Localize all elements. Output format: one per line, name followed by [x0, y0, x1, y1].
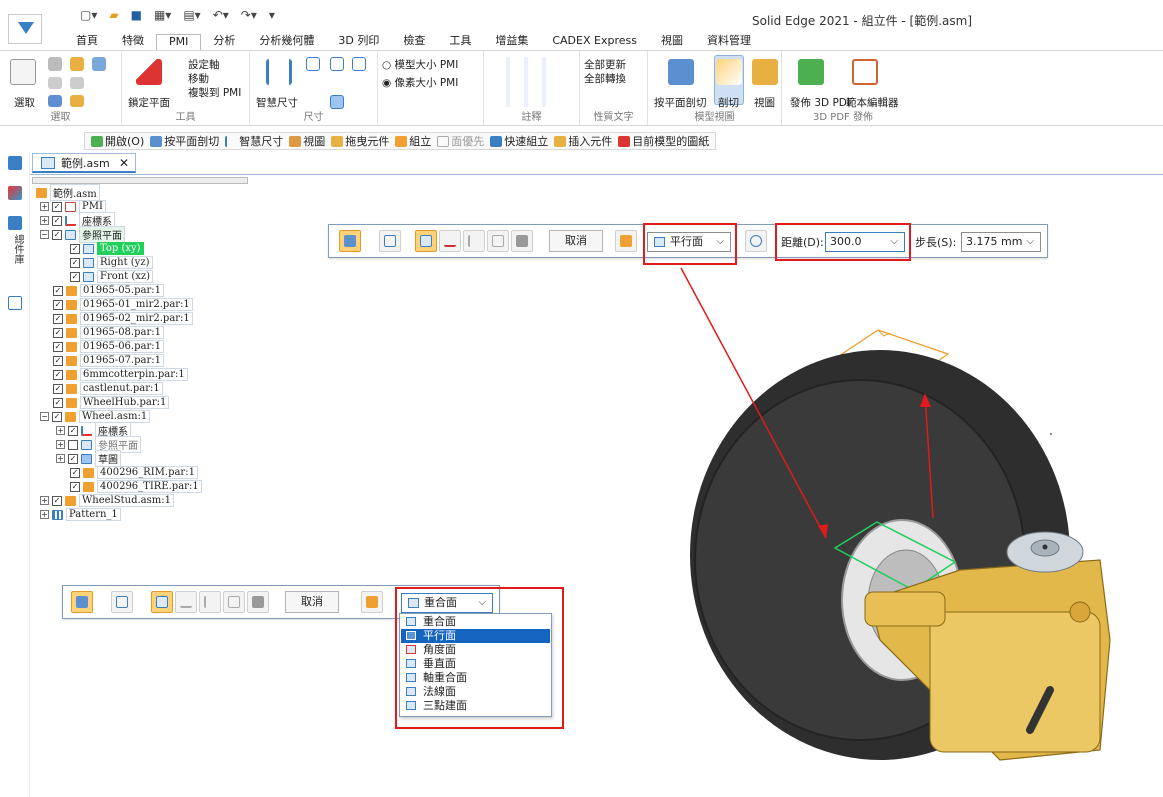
- finish-icon: [366, 596, 378, 608]
- axle-block: [864, 591, 946, 627]
- pulley-hole: [1042, 544, 1048, 550]
- select-step-button[interactable]: [511, 230, 533, 252]
- select-step-button[interactable]: [247, 591, 269, 613]
- extent-step-button[interactable]: [223, 591, 245, 613]
- finish-icon: [620, 235, 632, 247]
- sketch-step-button[interactable]: [439, 230, 461, 252]
- cursor-icon: [516, 235, 528, 247]
- side-icon: [204, 596, 216, 608]
- callout-box-plane-type: [643, 223, 737, 265]
- sketch-icon: [180, 596, 192, 608]
- options-icon: [384, 235, 396, 247]
- callout-box-dropdown: [395, 587, 564, 729]
- extent-step-button[interactable]: [487, 230, 509, 252]
- extent-icon: [492, 235, 504, 247]
- side-step-button[interactable]: [199, 591, 221, 613]
- plane-icon: [420, 235, 432, 247]
- 3d-viewport[interactable]: [0, 0, 1163, 797]
- finish-button[interactable]: [361, 591, 383, 613]
- plane-step-button[interactable]: [415, 230, 437, 252]
- options-button[interactable]: [111, 591, 133, 613]
- cancel-button[interactable]: 取消: [549, 230, 603, 252]
- finish-button[interactable]: [615, 230, 637, 252]
- sketch-icon: [444, 235, 456, 247]
- options-button[interactable]: [379, 230, 401, 252]
- extent-icon: [228, 596, 240, 608]
- cursor-icon: [252, 596, 264, 608]
- step-value: 3.175 mm: [966, 235, 1023, 248]
- sketch-step-button[interactable]: [175, 591, 197, 613]
- housing-plate: [929, 611, 1101, 753]
- viewport-marker: [1050, 433, 1052, 435]
- flip-button[interactable]: [745, 230, 767, 252]
- step-label: 步長(S):: [915, 236, 957, 249]
- options-icon: [116, 596, 128, 608]
- cut-mode-button[interactable]: [339, 230, 361, 252]
- flip-icon: [750, 235, 762, 247]
- step-input[interactable]: 3.175 mm ⌵: [961, 232, 1041, 252]
- callout-box-distance: [775, 223, 911, 261]
- cut-icon: [344, 235, 356, 247]
- plane-step-button[interactable]: [151, 591, 173, 613]
- cancel-button[interactable]: 取消: [285, 591, 339, 613]
- cut-mode-button[interactable]: [71, 591, 93, 613]
- cut-icon: [76, 596, 88, 608]
- plane-icon: [156, 596, 168, 608]
- side-step-button[interactable]: [463, 230, 485, 252]
- bolt-head: [1069, 601, 1091, 623]
- chevron-down-icon: ⌵: [1026, 236, 1034, 247]
- side-icon: [468, 235, 480, 247]
